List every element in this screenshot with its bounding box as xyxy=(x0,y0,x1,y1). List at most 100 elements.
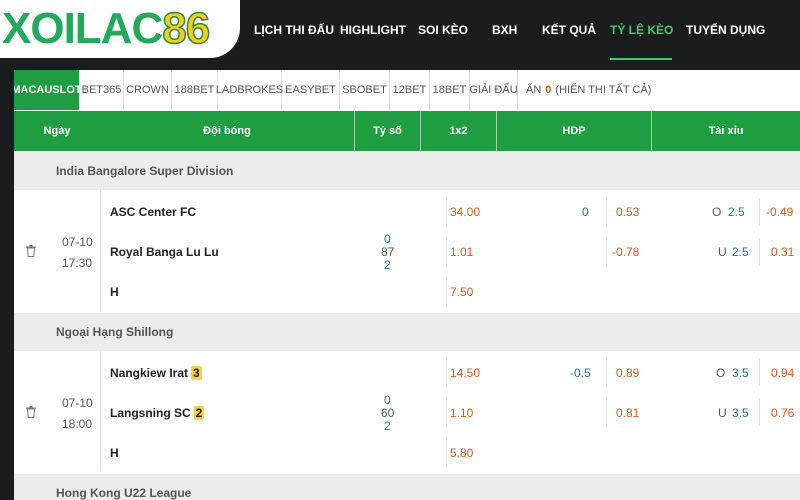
col-divider xyxy=(606,358,607,386)
hdp-odds-home[interactable]: 0.89 xyxy=(616,366,639,380)
match-minute: 87 xyxy=(381,245,395,259)
league-header: India Bangalore Super Division xyxy=(14,152,800,190)
tab-ladbrokes[interactable]: LADBROKES xyxy=(216,70,283,110)
tab-188bet[interactable]: 188BET xyxy=(172,70,218,110)
ou-over-label: O xyxy=(712,205,722,219)
col-hdp: HDP xyxy=(497,111,652,151)
match-date: 07-10 xyxy=(62,235,93,249)
tab-easybet[interactable]: EASYBET xyxy=(282,70,340,110)
ou-odds-over[interactable]: 0.94 xyxy=(771,366,794,380)
trash-icon[interactable] xyxy=(26,245,36,257)
odds-panel: MACAUSLOT BET365 CROWN 188BET LADBROKES … xyxy=(14,70,800,500)
odds-away[interactable]: 1.01 xyxy=(450,245,473,259)
tab-bet365[interactable]: BET365 xyxy=(80,70,124,110)
hdp-line: 0 xyxy=(582,205,589,219)
home-team-name: Nangkiew Irat xyxy=(110,366,189,380)
home-card-count: 3 xyxy=(191,366,202,380)
show-all-link[interactable]: (HIỂN THỊ TẤT CẢ) xyxy=(555,84,651,96)
match-date: 07-10 xyxy=(62,396,93,410)
ou-under-label: U xyxy=(718,406,727,420)
logo-part-b: 86 xyxy=(161,4,210,53)
score-home: 0 xyxy=(384,393,391,407)
hdp-line: -0.5 xyxy=(570,366,591,380)
draw-label: H xyxy=(110,446,119,460)
tab-macauslot[interactable]: MACAUSLOT xyxy=(14,70,82,110)
col-divider xyxy=(446,278,447,306)
odds-draw[interactable]: 7.50 xyxy=(450,285,473,299)
col-score: Tỷ số xyxy=(355,111,421,151)
match-time: 18:00 xyxy=(62,417,93,431)
match-time: 17:30 xyxy=(62,256,93,270)
home-team[interactable]: Nangkiew Irat 3 xyxy=(110,366,202,380)
home-team[interactable]: ASC Center FC xyxy=(110,205,196,219)
col-divider xyxy=(446,198,447,226)
odds-home[interactable]: 14.50 xyxy=(450,366,480,380)
nav-ty-le-keo[interactable]: TỶ LỆ KÈO xyxy=(610,0,673,60)
site-header: XOILAC86 LỊCH THI ĐẤU HIGHLIGHT SOI KÈO … xyxy=(0,0,800,60)
hidden-toggle[interactable]: ẨN 0 (HIỂN THỊ TẤT CẢ) xyxy=(518,70,651,110)
col-date: Ngày xyxy=(43,125,71,137)
odds-home[interactable]: 34.00 xyxy=(450,205,480,219)
hdp-odds-away[interactable]: -0.78 xyxy=(612,245,639,259)
ou-line-over: 3.5 xyxy=(732,366,749,380)
table-header: Ngày Đội bóng Tỷ số 1x2 HDP Tài xỉu xyxy=(14,111,800,151)
tab-18bet[interactable]: 18BET xyxy=(430,70,470,110)
col-divider xyxy=(100,190,101,312)
col-divider xyxy=(606,198,607,226)
main-nav: LỊCH THI ĐẤU HIGHLIGHT SOI KÈO BXH KẾT Q… xyxy=(240,0,765,60)
col-divider xyxy=(606,238,607,266)
col-1x2: 1x2 xyxy=(421,111,497,151)
site-logo[interactable]: XOILAC86 xyxy=(0,0,240,58)
hidden-count: 0 xyxy=(545,84,552,96)
nav-ket-qua[interactable]: KẾT QUẢ xyxy=(528,0,596,60)
col-teams: Đội bóng xyxy=(100,111,355,151)
nav-lich-thi-dau[interactable]: LỊCH THI ĐẤU xyxy=(240,0,334,60)
hdp-odds-home[interactable]: 0.53 xyxy=(616,205,639,219)
away-team[interactable]: Royal Banga Lu Lu xyxy=(110,245,219,259)
bookmaker-tabs: MACAUSLOT BET365 CROWN 188BET LADBROKES … xyxy=(14,70,651,110)
nav-highlight[interactable]: HIGHLIGHT xyxy=(326,0,406,60)
ou-over-label: O xyxy=(716,366,726,380)
col-over-under: Tài xỉu xyxy=(708,125,744,137)
col-divider xyxy=(759,238,760,266)
logo-text: XOILAC86 xyxy=(2,4,211,53)
score-home: 0 xyxy=(384,232,391,246)
ou-line-over: 2.5 xyxy=(728,205,745,219)
score-away: 2 xyxy=(384,419,391,433)
col-divider xyxy=(446,438,447,466)
trash-icon[interactable] xyxy=(26,406,36,418)
ou-odds-over[interactable]: -0.49 xyxy=(766,205,793,219)
hdp-odds-away[interactable]: 0.81 xyxy=(616,406,639,420)
ou-under-label: U xyxy=(718,245,727,259)
col-divider xyxy=(759,358,760,386)
league-header: Ngoại Hạng Shillong xyxy=(14,313,800,351)
ou-line-under: 2.5 xyxy=(732,245,749,259)
logo-part-a: XOILAC xyxy=(2,4,163,53)
col-divider xyxy=(759,398,760,426)
tab-sbobet[interactable]: SBOBET xyxy=(340,70,390,110)
away-team[interactable]: Langsning SC 2 xyxy=(110,406,205,420)
tab-12bet[interactable]: 12BET xyxy=(390,70,430,110)
col-divider xyxy=(100,351,101,471)
col-divider xyxy=(606,398,607,426)
nav-tuyen-dung[interactable]: TUYỂN DỤNG xyxy=(672,0,765,60)
odds-away[interactable]: 1.10 xyxy=(450,406,473,420)
away-card-count: 2 xyxy=(193,406,205,420)
ou-line-under: 3.5 xyxy=(732,406,749,420)
odds-draw[interactable]: 5.80 xyxy=(450,446,473,460)
away-team-name: Langsning SC xyxy=(110,406,191,420)
ou-odds-under[interactable]: 0.76 xyxy=(771,406,794,420)
league-header: Hong Kong U22 League xyxy=(14,474,800,500)
tab-giai-dau[interactable]: GIẢI ĐẤU xyxy=(469,70,518,110)
nav-soi-keo[interactable]: SOI KÈO xyxy=(404,0,478,60)
match-minute: 60 xyxy=(381,406,395,420)
col-divider xyxy=(759,198,760,226)
nav-bxh[interactable]: BXH xyxy=(478,0,528,60)
hidden-prefix: ẨN xyxy=(526,84,542,96)
draw-label: H xyxy=(110,285,119,299)
score-away: 2 xyxy=(384,258,391,272)
ou-odds-under[interactable]: 0.31 xyxy=(771,245,794,259)
tab-crown[interactable]: CROWN xyxy=(124,70,172,110)
col-divider xyxy=(446,238,447,266)
col-divider xyxy=(446,398,447,426)
